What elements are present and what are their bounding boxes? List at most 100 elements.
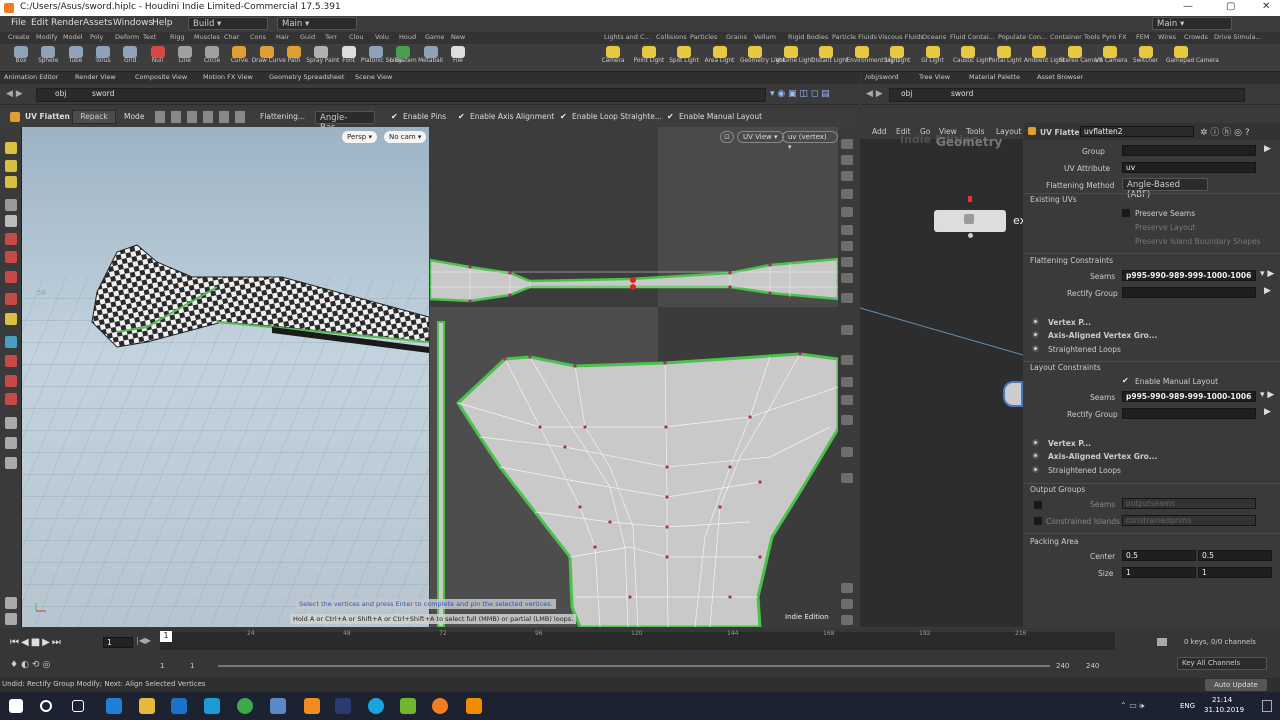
straightened-expand-icon[interactable]: [1032, 345, 1039, 352]
shelf-light-tool-6[interactable]: Distant Light: [811, 44, 848, 72]
shelf-light-tool-10[interactable]: Caustic Light: [953, 44, 991, 72]
shelf-tab-15[interactable]: Houd: [399, 33, 416, 41]
vertex-p-label[interactable]: Vertex P...: [1048, 318, 1091, 327]
manual-layout-checkbox[interactable]: ✔: [667, 113, 675, 121]
shelf-tab-right-0[interactable]: Lights and C...: [604, 33, 651, 41]
pane-tab-5[interactable]: Scene View: [355, 73, 392, 81]
chrome-icon[interactable]: [237, 698, 253, 714]
camera-display-icon[interactable]: [841, 293, 853, 303]
ghost-icon[interactable]: [841, 155, 853, 165]
shelf-tab-right-12[interactable]: Pyro FX: [1102, 33, 1127, 41]
persp-dropdown[interactable]: Persp ▾: [342, 131, 377, 143]
rotate-tool-icon[interactable]: [5, 176, 17, 188]
vertex-p-expand-icon[interactable]: [1032, 318, 1039, 325]
shelf-tool-16[interactable]: File: [443, 44, 473, 72]
rectify-group-field[interactable]: [1122, 287, 1256, 298]
shelf-light-tool-5[interactable]: Volume Light: [776, 44, 813, 72]
menu-edit[interactable]: Edit: [31, 18, 48, 28]
task-view-icon[interactable]: [72, 700, 84, 712]
shelf-tool-4[interactable]: Grid: [115, 44, 145, 72]
size-y-field[interactable]: 1: [1198, 567, 1272, 578]
network-editor[interactable]: Add Edit Go View Tools Layout Indie Edit…: [860, 123, 1023, 627]
shelf-tab-5[interactable]: Text: [143, 33, 156, 41]
shelf-tab-11[interactable]: Guid: [300, 33, 315, 41]
output-seams-checkbox[interactable]: [1034, 501, 1042, 509]
display-option-icon[interactable]: [841, 139, 853, 149]
select-tool-icon[interactable]: [5, 142, 17, 154]
range-start2[interactable]: 1: [190, 662, 194, 670]
shelf-tool-0[interactable]: Box: [6, 44, 36, 72]
step-icon[interactable]: |◀▶: [136, 636, 151, 645]
shelf-tab-right-4[interactable]: Vellum: [754, 33, 776, 41]
range-start[interactable]: 1: [160, 662, 164, 670]
group-select-arrow[interactable]: ▶: [1264, 144, 1271, 154]
flattening-method-dropdown[interactable]: Angle-Bas...: [315, 111, 375, 133]
light-display-icon[interactable]: [841, 241, 853, 251]
shelf-tab-12[interactable]: Terr: [325, 33, 337, 41]
current-frame-field[interactable]: 1: [103, 637, 133, 648]
shelf-tool-10[interactable]: Path: [279, 44, 309, 72]
lasso-tool-icon[interactable]: [5, 393, 17, 405]
scene-display-icon[interactable]: [841, 473, 853, 483]
enable-manual-layout-checkbox[interactable]: ✔: [1122, 376, 1129, 385]
path-obj[interactable]: obj: [55, 89, 66, 98]
tray-icons[interactable]: ⌃ ▭ 🕪: [1120, 701, 1144, 711]
shelf-tab-7[interactable]: Muscles: [194, 33, 220, 41]
output-seams-field[interactable]: outputseams: [1122, 498, 1256, 509]
shelf-tab-right-3[interactable]: Grains: [726, 33, 747, 41]
menu-help[interactable]: Help: [152, 18, 173, 28]
shelf-light-tool-13[interactable]: Stereo Camera: [1060, 44, 1103, 72]
menu-render[interactable]: Render: [51, 18, 83, 28]
straightened-label[interactable]: Straightened Loops: [1048, 345, 1121, 354]
shelf-tab-17[interactable]: New: [451, 33, 465, 41]
bg-display-icon[interactable]: [841, 273, 853, 283]
shelf-light-tool-2[interactable]: Spot Light: [669, 44, 699, 72]
shelf-tab-right-15[interactable]: Crowds: [1184, 33, 1208, 41]
group-field[interactable]: [1122, 145, 1256, 156]
shelf-tool-6[interactable]: Line: [170, 44, 200, 72]
rectify-select-arrow[interactable]: ▶: [1264, 286, 1271, 296]
menu-windows[interactable]: Windows: [113, 18, 153, 28]
loop-tool-icon[interactable]: [5, 375, 17, 387]
shelf-tool-3[interactable]: Torus: [88, 44, 118, 72]
shelf-tool-7[interactable]: Circle: [197, 44, 227, 72]
main-right-dropdown[interactable]: Main ▾: [1152, 17, 1232, 30]
uv-attribute-dropdown[interactable]: uv (vertex) ▾: [782, 131, 838, 151]
grid-display-icon[interactable]: [841, 415, 853, 425]
constrained-islands-checkbox[interactable]: [1034, 517, 1042, 525]
constrained-islands-field[interactable]: constrainedprims: [1122, 515, 1256, 526]
label-display-icon[interactable]: [841, 447, 853, 457]
layout-seams-field[interactable]: p995-990-989-999-1000-1006: [1122, 391, 1256, 402]
pane-tab-0[interactable]: Animation Editor: [4, 73, 58, 81]
camera-tool-icon[interactable]: [5, 437, 17, 449]
point-display-icon[interactable]: [841, 189, 853, 199]
shelf-tool-1[interactable]: Sphere: [33, 44, 63, 72]
lock-view-icon[interactable]: ⊡: [720, 131, 734, 143]
network-back-icon[interactable]: ◀ ▶: [866, 89, 883, 99]
pane-tab-1[interactable]: Render View: [75, 73, 116, 81]
layout-axis-aligned-expand-icon[interactable]: [1032, 452, 1039, 459]
shelf-tab-6[interactable]: Rigg: [170, 33, 185, 41]
shelf-tab-4[interactable]: Deform: [115, 33, 139, 41]
start-icon[interactable]: [9, 699, 23, 713]
playhead[interactable]: 1: [160, 631, 172, 642]
paint-tool-icon[interactable]: [5, 271, 17, 283]
path-field[interactable]: [36, 88, 766, 102]
app-icon[interactable]: [270, 698, 286, 714]
network-menu-add[interactable]: Add: [872, 127, 887, 136]
move-tool-icon[interactable]: [5, 160, 17, 172]
shelf-tab-right-14[interactable]: Wires: [1158, 33, 1176, 41]
shelf-light-tool-1[interactable]: Point Light: [634, 44, 664, 72]
repack-button[interactable]: Repack: [72, 110, 116, 124]
handle-tool-icon[interactable]: [5, 233, 17, 245]
view-tool-icon[interactable]: [5, 199, 17, 211]
layout-display-icon[interactable]: [841, 615, 853, 625]
uv-tool-icon[interactable]: [5, 313, 17, 325]
normal-display-icon[interactable]: [841, 257, 853, 267]
shelf-light-tool-0[interactable]: Camera: [598, 44, 628, 72]
shelf-tool-11[interactable]: Spray Paint: [306, 44, 339, 72]
shelf-tool-12[interactable]: Font: [334, 44, 364, 72]
main-dropdown[interactable]: Main ▾: [277, 17, 357, 30]
shelf-tab-right-6[interactable]: Particle Fluids: [832, 33, 877, 41]
vlc-icon[interactable]: [466, 698, 482, 714]
